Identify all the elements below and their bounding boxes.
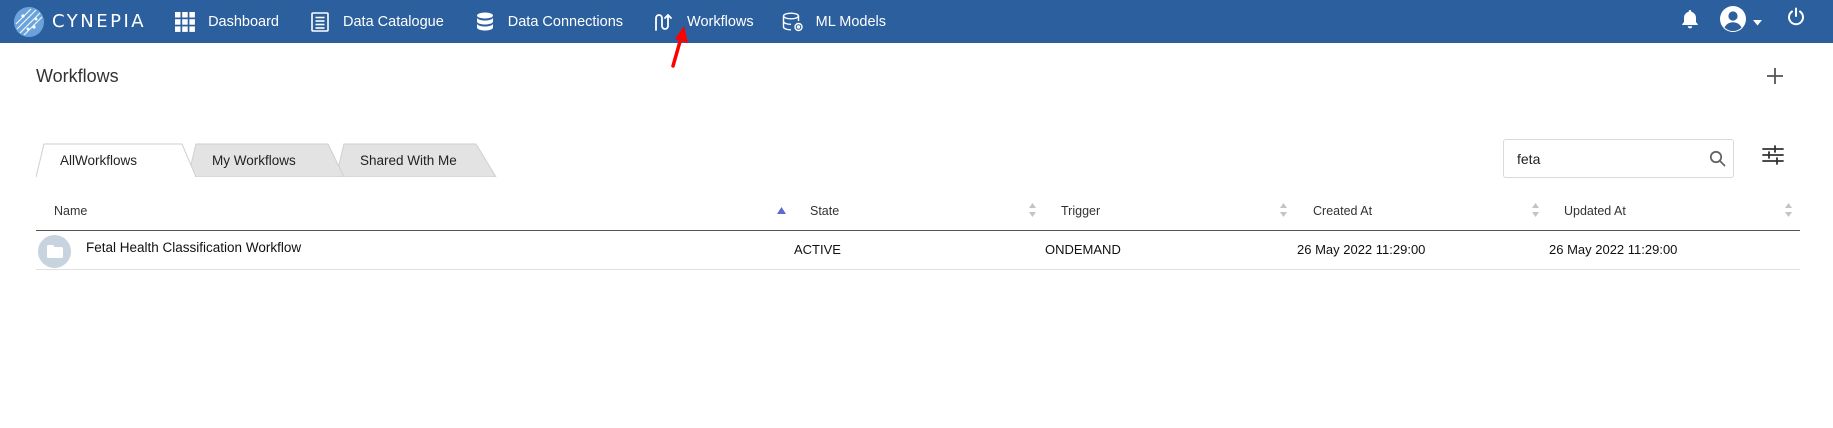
workflow-name-link[interactable]: Fetal Health Classification Workflow: [86, 240, 301, 255]
top-navigation-bar: CYNEPIA Dashboard Data Catalogue Data Co…: [0, 0, 1833, 43]
search-input[interactable]: [1517, 150, 1707, 167]
nav-label-data-connections: Data Connections: [507, 13, 624, 30]
ml-database-icon: [782, 11, 804, 33]
tab-label-all-workflows: AllWorkflows: [60, 152, 138, 168]
brand[interactable]: CYNEPIA: [14, 0, 146, 43]
workflow-trigger: ONDEMAND: [1045, 242, 1121, 257]
sort-icon[interactable]: [1531, 202, 1540, 223]
add-workflow-button[interactable]: [1763, 64, 1787, 88]
nav-item-data-catalogue[interactable]: Data Catalogue: [309, 0, 444, 43]
sort-icon[interactable]: [1279, 202, 1288, 223]
sort-asc-icon[interactable]: [777, 202, 786, 220]
workflow-updated-at: 26 May 2022 11:29:00: [1549, 242, 1678, 257]
table-header: Name State Trigger Created At Updated At: [36, 200, 1800, 231]
sort-icon[interactable]: [1784, 202, 1793, 223]
nav-item-data-connections[interactable]: Data Connections: [474, 0, 623, 43]
nav-label-dashboard: Dashboard: [208, 13, 279, 30]
bell-icon[interactable]: [1681, 9, 1699, 34]
nav-label-data-catalogue: Data Catalogue: [343, 13, 444, 30]
column-header-name[interactable]: Name: [54, 204, 87, 218]
tab-shared-with-me[interactable]: Shared With Me: [336, 143, 498, 177]
database-icon: [474, 11, 496, 33]
nav-label-workflows: Workflows: [687, 13, 754, 30]
tab-label-my-workflows: My Workflows: [212, 152, 296, 168]
caret-down-icon: [1753, 13, 1762, 31]
user-avatar-icon: [1719, 5, 1747, 38]
tab-label-shared-with-me: Shared With Me: [360, 152, 457, 168]
nav-item-dashboard[interactable]: Dashboard: [174, 0, 279, 43]
page-title: Workflows: [36, 66, 119, 86]
table-row[interactable]: Fetal Health Classification Workflow ACT…: [36, 233, 1800, 270]
tab-all-workflows[interactable]: AllWorkflows: [36, 143, 198, 177]
plus-icon: [1767, 68, 1783, 84]
nav-label-ml-models: ML Models: [815, 13, 887, 30]
column-header-updated-at[interactable]: Updated At: [1564, 204, 1626, 218]
column-header-state[interactable]: State: [810, 204, 839, 218]
nav-item-ml-models[interactable]: ML Models: [782, 0, 886, 43]
grid-icon: [174, 11, 196, 33]
sliders-icon: [1762, 145, 1784, 165]
user-menu[interactable]: [1719, 5, 1762, 38]
workflow-state: ACTIVE: [794, 242, 841, 257]
power-icon[interactable]: [1787, 7, 1805, 31]
red-arrow-icon: [668, 26, 690, 73]
column-header-created-at[interactable]: Created At: [1313, 204, 1372, 218]
column-header-trigger[interactable]: Trigger: [1061, 204, 1100, 218]
document-list-icon: [309, 11, 331, 33]
search-box[interactable]: [1503, 139, 1734, 178]
cynepia-logo-icon: [14, 6, 44, 37]
search-icon[interactable]: [1709, 150, 1726, 172]
folder-icon: [38, 235, 71, 268]
tab-my-workflows[interactable]: My Workflows: [188, 143, 346, 177]
sort-icon[interactable]: [1028, 202, 1037, 223]
workflow-created-at: 26 May 2022 11:29:00: [1297, 242, 1426, 257]
brand-name: CYNEPIA: [52, 11, 147, 32]
main-nav: Dashboard Data Catalogue Data Connection…: [174, 0, 886, 43]
filter-settings-button[interactable]: [1762, 145, 1784, 170]
